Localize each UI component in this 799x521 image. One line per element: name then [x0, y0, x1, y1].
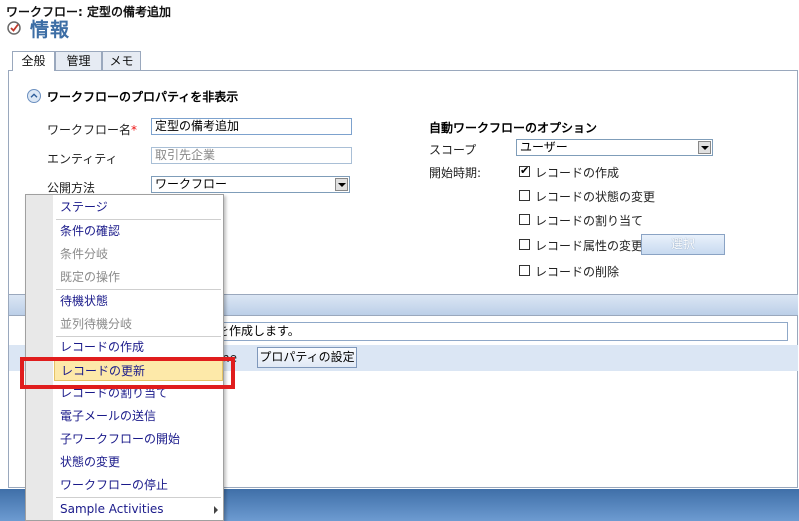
delete-record-checkbox[interactable]	[519, 265, 530, 276]
menu-item-change-status[interactable]: 状態の変更	[54, 451, 223, 473]
entity-label: エンティティ	[47, 152, 118, 166]
status-change-checkbox[interactable]	[519, 190, 530, 201]
menu-item-wait-condition[interactable]: 待機状態	[54, 290, 223, 312]
required-marker: *	[131, 123, 138, 137]
dropdown-arrow-icon[interactable]	[698, 141, 711, 154]
select-attributes-button[interactable]: 選択	[641, 234, 725, 255]
auto-workflow-options-title: 自動ワークフローのオプション	[429, 121, 598, 135]
attribute-change-label: レコード属性の変更	[535, 239, 644, 253]
start-timing-label: 開始時期:	[429, 166, 482, 180]
menu-item-conditional-branch: 条件分岐	[60, 247, 109, 261]
menu-item-stop-workflow[interactable]: ワークフローの停止	[54, 474, 223, 496]
menu-item-default-action: 既定の操作	[60, 270, 121, 284]
tab-admin[interactable]: 管理	[55, 51, 102, 70]
menu-item-stage[interactable]: ステージ	[54, 196, 223, 218]
tab-general[interactable]: 全般	[12, 51, 55, 71]
workflow-name-label: ワークフロー名*	[47, 121, 137, 138]
tab-memo[interactable]: メモ	[102, 51, 141, 70]
attribute-change-checkbox[interactable]	[519, 239, 530, 250]
create-record-label: レコードの作成	[535, 166, 620, 180]
scope-value: ユーザー	[520, 140, 568, 154]
assign-record-checkbox[interactable]	[519, 214, 530, 225]
check-circle-icon	[7, 21, 21, 35]
menu-item-check-condition[interactable]: 条件の確認	[54, 220, 223, 242]
submenu-arrow-icon	[214, 506, 218, 514]
entity-input: 取引先企業	[151, 147, 352, 164]
step-description-input[interactable]: 列を作成します。	[200, 322, 788, 341]
dropdown-arrow-icon[interactable]	[335, 178, 348, 191]
highlight-annotation-box	[20, 357, 235, 389]
hide-properties-toggle[interactable]: ワークフローのプロパティを非表示	[47, 88, 238, 105]
workflow-name-label-text: ワークフロー名	[47, 123, 132, 137]
menu-item-create-record[interactable]: レコードの作成	[54, 336, 223, 358]
menu-item-start-child-workflow[interactable]: 子ワークフローの開始	[54, 428, 223, 450]
page-heading: 情報	[30, 19, 71, 41]
assign-record-label: レコードの割り当て	[535, 214, 644, 228]
sample-activities-label: Sample Activities	[60, 502, 164, 516]
scope-label: スコープ	[429, 143, 477, 157]
publish-method-value: ワークフロー	[155, 177, 228, 191]
scope-select[interactable]: ユーザー	[516, 139, 713, 156]
workflow-name-input[interactable]: 定型の備考追加	[151, 118, 352, 135]
menu-item-send-email[interactable]: 電子メールの送信	[54, 405, 223, 427]
set-properties-button[interactable]: プロパティの設定	[257, 347, 357, 368]
status-change-label: レコードの状態の変更	[535, 190, 656, 204]
publish-method-select[interactable]: ワークフロー	[151, 176, 350, 193]
menu-item-parallel-wait-branch: 並列待機分岐	[60, 317, 133, 331]
collapse-chevron-icon[interactable]	[27, 89, 41, 103]
menu-item-sample-activities[interactable]: Sample Activities	[54, 498, 223, 520]
create-record-checkbox[interactable]	[519, 164, 530, 177]
delete-record-label: レコードの削除	[535, 265, 620, 279]
